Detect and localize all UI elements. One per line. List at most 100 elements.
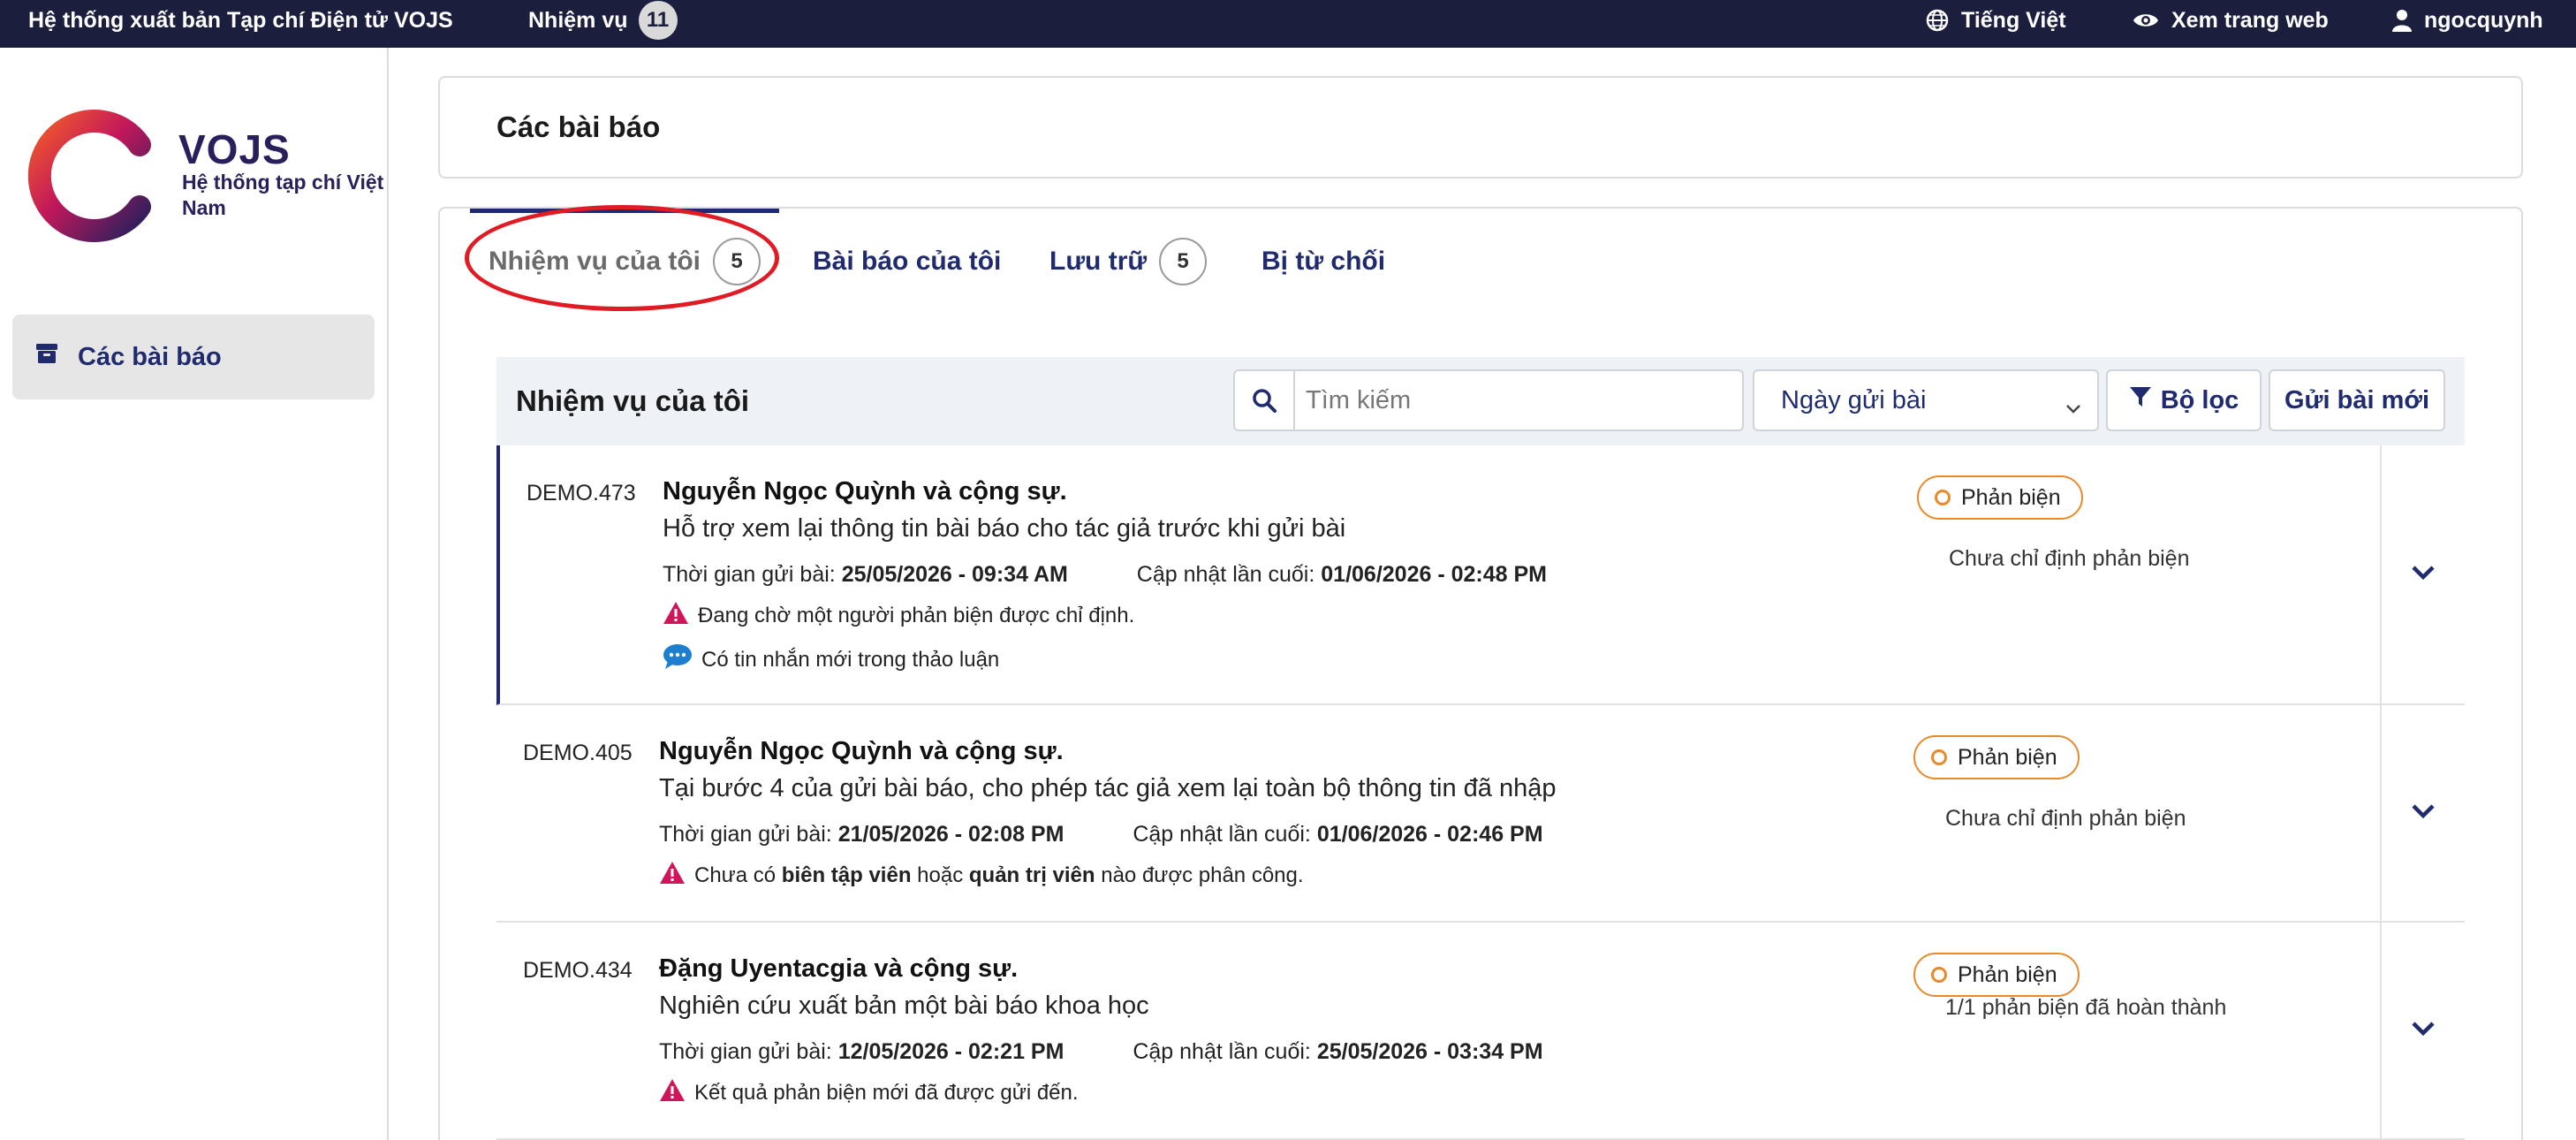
stage-dot-icon	[1931, 749, 1947, 765]
vojs-logo-icon[interactable]	[27, 110, 159, 242]
stage-status: 1/1 phản biện đã hoàn thành	[1945, 995, 2227, 1020]
globe-icon	[1926, 9, 1949, 32]
submission-dates: Thời gian gửi bài: 12/05/2026 - 02:21 PM…	[659, 1039, 1543, 1065]
updated-value: 01/06/2026 - 02:48 PM	[1321, 562, 1547, 587]
updated-label: Cập nhật lần cuối:	[1133, 1039, 1311, 1064]
tab-label: Lưu trữ	[1049, 247, 1148, 276]
logo-subtitle: Hệ thống tạp chí Việt Nam	[182, 171, 384, 219]
tab-count-badge: 5	[1159, 238, 1208, 285]
updated-value: 25/05/2026 - 03:34 PM	[1316, 1039, 1543, 1064]
stage-label: Phản biện	[1958, 744, 2057, 770]
sidebar-item-label: Các bài báo	[78, 342, 222, 371]
logo-name: VOJS	[178, 126, 291, 172]
submitted-value: 21/05/2026 - 02:08 PM	[837, 822, 1064, 847]
submission-authors[interactable]: Nguyễn Ngọc Quỳnh và cộng sự.	[663, 477, 1067, 506]
submissions-panel: Nhiệm vụ của tôi 5 Bài báo của tôi Lưu t…	[438, 207, 2523, 1140]
expand-row-button[interactable]	[2380, 705, 2465, 921]
eye-icon	[2133, 11, 2159, 30]
submission-id: DEMO.434	[523, 958, 633, 983]
submission-title[interactable]: Hỗ trợ xem lại thông tin bài báo cho tác…	[663, 514, 1345, 543]
chevron-down-icon	[2411, 803, 2436, 824]
user-icon	[2392, 9, 2412, 32]
warning-icon	[659, 1078, 686, 1108]
stage-dot-icon	[1935, 490, 1951, 505]
tasks-menu[interactable]: Nhiệm vụ 11	[528, 0, 678, 48]
discussion-text: Có tin nhắn mới trong thảo luận	[701, 647, 1000, 672]
updated-label: Cập nhật lần cuối:	[1133, 822, 1311, 847]
submission-dates: Thời gian gửi bài: 21/05/2026 - 02:08 PM…	[659, 822, 1543, 847]
submission-authors[interactable]: Đặng Uyentacgia và cộng sự.	[659, 954, 1018, 984]
username: ngocquynh	[2424, 7, 2543, 33]
page-title: Các bài báo	[496, 110, 661, 143]
notice-conjunction: hoặc	[917, 863, 964, 887]
submission-title[interactable]: Tại bước 4 của gửi bài báo, cho phép tác…	[659, 774, 1557, 803]
language-label: Tiếng Việt	[1961, 7, 2066, 33]
discussion-notice: Có tin nhắn mới trong thảo luận	[663, 643, 999, 676]
expand-row-button[interactable]	[2380, 923, 2465, 1138]
expand-row-button[interactable]	[2380, 445, 2465, 703]
submission-dates: Thời gian gửi bài: 25/05/2026 - 09:34 AM…	[663, 562, 1547, 588]
sort-select-value: Ngày gửi bài	[1781, 385, 1927, 414]
new-submission-label: Gửi bài mới	[2284, 385, 2430, 414]
stage-label: Phản biện	[1961, 484, 2061, 510]
warning-icon	[659, 861, 686, 891]
sidebar: VOJS Hệ thống tạp chí Việt Nam Các bài b…	[0, 48, 389, 1140]
search-icon[interactable]	[1235, 371, 1295, 429]
tab-label: Bài báo của tôi	[813, 247, 1002, 276]
chevron-down-icon	[2411, 565, 2436, 585]
chat-bubble-icon	[663, 643, 693, 676]
submission-id: DEMO.405	[523, 741, 633, 765]
sidebar-item-submissions[interactable]: Các bài báo	[12, 315, 375, 399]
stage-badge: Phản biện	[1913, 735, 2080, 779]
tasks-count-badge: 11	[638, 1, 678, 40]
notice-text: Đang chờ một người phản biện được chỉ đị…	[698, 604, 1135, 627]
notice-text: Kết quả phản biện mới đã được gửi đến.	[694, 1081, 1079, 1105]
updated-label: Cập nhật lần cuối:	[1136, 562, 1315, 587]
language-menu[interactable]: Tiếng Việt	[1926, 0, 2066, 48]
stage-badge: Phản biện	[1913, 953, 2080, 997]
tab-label: Nhiệm vụ của tôi	[488, 247, 701, 276]
notice-text: Chưa có biên tập viên hoặc quản trị viên…	[694, 863, 1304, 888]
page-header: Các bài báo	[438, 76, 2523, 179]
sort-select[interactable]: Ngày gửi bài	[1753, 369, 2099, 431]
submission-notice: Đang chờ một người phản biện được chỉ đị…	[663, 601, 1134, 631]
submission-authors[interactable]: Nguyễn Ngọc Quỳnh và cộng sự.	[659, 737, 1064, 766]
submitted-value: 12/05/2026 - 02:21 PM	[837, 1039, 1064, 1064]
filter-button[interactable]: Bộ lọc	[2106, 369, 2262, 431]
top-bar: Hệ thống xuất bản Tạp chí Điện tử VOJS N…	[0, 0, 2576, 48]
notice-role-editor: biên tập viên	[781, 863, 912, 887]
submitted-label: Thời gian gửi bài:	[659, 822, 832, 847]
chevron-down-icon	[2411, 1021, 2436, 1041]
submission-notice: Chưa có biên tập viên hoặc quản trị viên…	[659, 861, 1304, 891]
chevron-down-icon	[2065, 392, 2081, 422]
stage-status: Chưa chỉ định phản biện	[1949, 546, 2190, 571]
submission-row[interactable]: DEMO.434 Đặng Uyentacgia và cộng sự. Ngh…	[496, 923, 2465, 1140]
tasks-label: Nhiệm vụ	[528, 7, 628, 33]
stage-badge: Phản biện	[1917, 475, 2083, 520]
stage-dot-icon	[1931, 967, 1947, 983]
list-toolbar: Nhiệm vụ của tôi Ngày gửi bài Bộ lọc Gửi…	[496, 357, 2465, 445]
filter-icon	[2129, 385, 2152, 415]
tab-my-tasks[interactable]: Nhiệm vụ của tôi 5	[470, 209, 779, 315]
notice-role-admin: quản trị viên	[968, 863, 1095, 887]
submission-row[interactable]: DEMO.405 Nguyễn Ngọc Quỳnh và cộng sự. T…	[496, 705, 2465, 923]
filter-label: Bộ lọc	[2160, 385, 2239, 414]
tab-count-badge: 5	[713, 238, 761, 285]
submission-row[interactable]: DEMO.473 Nguyễn Ngọc Quỳnh và cộng sự. H…	[496, 445, 2465, 705]
site-title[interactable]: Hệ thống xuất bản Tạp chí Điện tử VOJS	[28, 0, 453, 48]
submission-notice: Kết quả phản biện mới đã được gửi đến.	[659, 1078, 1079, 1108]
search-field[interactable]	[1233, 369, 1744, 431]
submission-title[interactable]: Nghiên cứu xuất bản một bài báo khoa học	[659, 992, 1149, 1021]
tab-archive[interactable]: Lưu trữ 5	[1049, 209, 1208, 315]
new-submission-button[interactable]: Gửi bài mới	[2269, 369, 2445, 431]
submission-id: DEMO.473	[527, 481, 636, 505]
tab-my-submissions[interactable]: Bài báo của tôi	[813, 209, 1001, 315]
list-title: Nhiệm vụ của tôi	[516, 384, 750, 417]
submitted-label: Thời gian gửi bài:	[663, 562, 836, 587]
tab-declined[interactable]: Bị từ chối	[1261, 209, 1385, 315]
view-site-link[interactable]: Xem trang web	[2133, 0, 2329, 48]
user-menu[interactable]: ngocquynh	[2392, 0, 2543, 48]
search-input[interactable]	[1306, 371, 1730, 429]
view-site-label: Xem trang web	[2171, 7, 2329, 33]
notice-prefix: Chưa có	[694, 863, 777, 887]
